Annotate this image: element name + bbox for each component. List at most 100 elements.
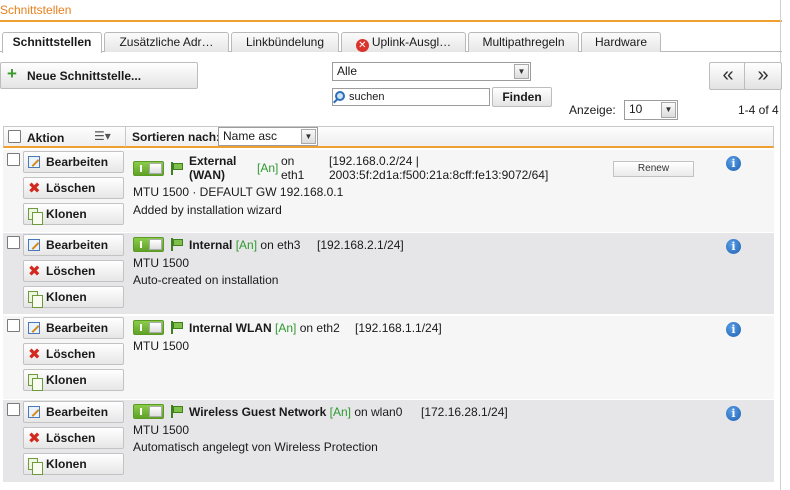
- clone-button[interactable]: Klonen: [23, 203, 124, 225]
- interface-mtu: MTU 1500 · DEFAULT GW 192.168.0.1: [133, 185, 344, 199]
- tab-uplink-label: Uplink-Ausgl…: [371, 35, 452, 49]
- delete-button[interactable]: ✖ Löschen: [23, 260, 124, 282]
- sort-select[interactable]: Name asc ▼: [218, 127, 318, 146]
- flag-cloth: [173, 406, 183, 413]
- delete-icon: ✖: [28, 180, 41, 197]
- interface-mtu: MTU 1500: [133, 339, 190, 353]
- interface-flag-icon: [170, 405, 184, 418]
- new-interface-label: Neue Schnittstelle...: [27, 69, 142, 83]
- enable-toggle[interactable]: [133, 161, 164, 176]
- tab-linkbuendelung[interactable]: Linkbündelung: [231, 32, 339, 52]
- next-page-button[interactable]: »: [744, 62, 782, 90]
- clone-label: Klonen: [46, 373, 87, 387]
- edit-icon: [28, 156, 40, 168]
- interface-mtu: MTU 1500: [133, 256, 190, 270]
- status-badge: [An]: [257, 161, 279, 175]
- interface-title: Internal WLAN [An] on eth2: [189, 321, 340, 335]
- tab-multipathregeln[interactable]: Multipathregeln: [468, 32, 579, 52]
- column-options-icon[interactable]: ☰▾: [94, 129, 111, 143]
- search-placeholder: suchen: [349, 91, 385, 103]
- interface-device: on wlan0: [354, 405, 403, 419]
- info-icon[interactable]: i: [726, 239, 741, 254]
- tab-uplink-ausgleich[interactable]: ✕ Uplink-Ausgl…: [341, 32, 466, 52]
- status-badge: [An]: [275, 321, 297, 335]
- toggle-knob: [149, 322, 162, 333]
- interface-comment: Added by installation wizard: [133, 203, 282, 217]
- display-count-select[interactable]: 10 ▼: [624, 100, 678, 120]
- renew-button[interactable]: Renew: [613, 161, 694, 177]
- edit-icon: [28, 239, 40, 251]
- interface-row: Bearbeiten ✖ Löschen Klonen Internal [An…: [3, 233, 774, 314]
- edit-label: Bearbeiten: [46, 321, 109, 335]
- clone-button[interactable]: Klonen: [23, 369, 124, 391]
- interface-row: Bearbeiten ✖ Löschen Klonen Wireless Gue…: [3, 400, 774, 482]
- tab-hardware[interactable]: Hardware: [581, 32, 661, 52]
- row-checkbox[interactable]: [7, 403, 20, 416]
- search-icon: [335, 91, 345, 101]
- clone-icon: [28, 374, 43, 391]
- edit-button[interactable]: Bearbeiten: [23, 401, 124, 423]
- interface-address: [192.168.1.1/24]: [355, 321, 442, 335]
- interface-mtu: MTU 1500: [133, 423, 190, 437]
- delete-label: Löschen: [46, 264, 96, 278]
- status-badge: [An]: [235, 238, 258, 252]
- row-checkbox[interactable]: [7, 236, 20, 249]
- sort-label: Sortieren nach:: [132, 130, 221, 144]
- result-count: 1-4 of 4: [738, 103, 779, 117]
- row-checkbox[interactable]: [7, 153, 20, 166]
- prev-page-button[interactable]: «: [709, 62, 747, 90]
- enable-toggle[interactable]: [133, 237, 164, 252]
- edit-button[interactable]: Bearbeiten: [23, 151, 124, 173]
- select-all-checkbox[interactable]: [8, 130, 21, 143]
- filter-select[interactable]: Alle ▼: [332, 62, 531, 81]
- edit-label: Bearbeiten: [46, 405, 109, 419]
- find-button[interactable]: Finden: [492, 87, 552, 107]
- toggle-bar: [140, 241, 142, 248]
- sort-value: Name asc: [223, 129, 278, 143]
- interface-name: External: [189, 154, 237, 168]
- chevron-down-icon: ▼: [301, 129, 316, 144]
- tab-zusaetzliche-adressen[interactable]: Zusätzliche Adr…: [104, 32, 229, 52]
- error-icon: ✕: [355, 39, 369, 52]
- edit-button[interactable]: Bearbeiten: [23, 234, 124, 256]
- clone-label: Klonen: [46, 207, 87, 221]
- info-icon[interactable]: i: [726, 156, 741, 171]
- filter-value: Alle: [337, 64, 358, 78]
- interface-row: Bearbeiten ✖ Löschen Klonen External (WA…: [3, 150, 774, 232]
- delete-label: Löschen: [46, 181, 96, 195]
- toggle-bar: [140, 408, 142, 415]
- interface-device: eth1: [281, 168, 305, 182]
- delete-icon: ✖: [28, 346, 41, 363]
- clone-icon: [28, 291, 43, 308]
- action-column-header: Aktion: [27, 131, 65, 145]
- flag-cloth: [173, 322, 183, 329]
- info-icon[interactable]: i: [726, 406, 741, 421]
- clone-button[interactable]: Klonen: [23, 286, 124, 308]
- edit-icon: [28, 322, 40, 334]
- tab-schnittstellen[interactable]: Schnittstellen: [2, 32, 102, 53]
- flag-cloth: [173, 163, 183, 170]
- delete-label: Löschen: [46, 431, 96, 445]
- toggle-bar: [140, 165, 142, 172]
- list-header: Aktion ☰▾ Sortieren nach:: [3, 126, 774, 148]
- interface-name-suffix: (WAN): [189, 168, 225, 182]
- row-checkbox[interactable]: [7, 319, 20, 332]
- interface-address-ipv6: 2003:5f:2d1a:f500:21a:8cff:fe13:9072/64]: [329, 168, 549, 182]
- interface-device: on eth2: [299, 321, 340, 335]
- clone-button[interactable]: Klonen: [23, 453, 124, 475]
- new-interface-button[interactable]: + Neue Schnittstelle...: [0, 62, 198, 89]
- interface-flag-icon: [170, 321, 184, 334]
- enable-toggle[interactable]: [133, 404, 164, 419]
- info-icon[interactable]: i: [726, 322, 741, 337]
- plus-icon: +: [7, 64, 17, 83]
- interface-address: [192.168.2.1/24]: [317, 238, 404, 252]
- delete-button[interactable]: ✖ Löschen: [23, 343, 124, 365]
- search-input[interactable]: suchen: [332, 88, 490, 106]
- enable-toggle[interactable]: [133, 320, 164, 335]
- interface-flag-icon: [170, 238, 184, 251]
- edit-button[interactable]: Bearbeiten: [23, 317, 124, 339]
- interface-title: Wireless Guest Network [An] on wlan0: [189, 405, 402, 419]
- delete-button[interactable]: ✖ Löschen: [23, 427, 124, 449]
- delete-button[interactable]: ✖ Löschen: [23, 177, 124, 199]
- page-title: Schnittstellen: [0, 3, 72, 17]
